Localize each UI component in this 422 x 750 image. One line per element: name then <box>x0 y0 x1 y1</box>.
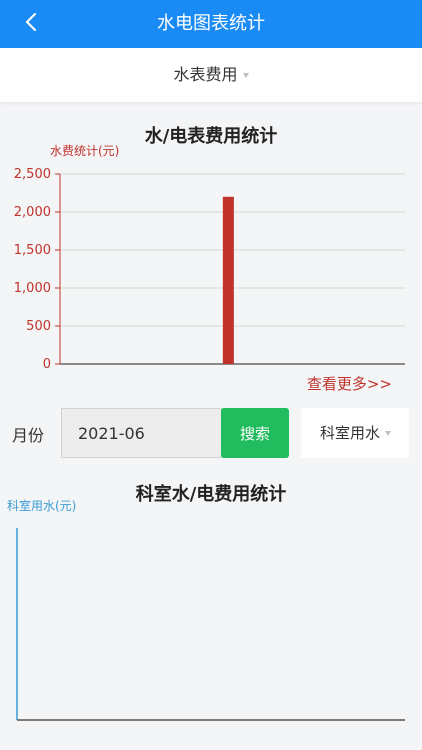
chart1-ylabel: 水费统计(元) <box>50 144 120 158</box>
page-title: 水电图表统计 <box>157 13 265 34</box>
chart1-bar <box>222 196 234 364</box>
chart1-ytick-label: 2,000 <box>14 205 51 220</box>
caret-down-icon <box>242 73 249 78</box>
month-input[interactable] <box>61 408 222 458</box>
app-header: 水电图表统计 <box>0 0 422 48</box>
chart1-ytick-label: 1,000 <box>14 281 51 296</box>
month-label: 月份 <box>12 426 45 445</box>
caret-down-icon <box>385 431 392 436</box>
chart1-ytick-label: 2,500 <box>14 167 51 182</box>
usage-type-value: 科室用水 <box>320 424 381 442</box>
chart2-plot <box>16 528 405 721</box>
chart1-ytick-label: 0 <box>43 357 51 372</box>
chart2-ylabel: 科室用水(元) <box>7 499 77 513</box>
search-button[interactable]: 搜索 <box>221 408 289 458</box>
view-more-link[interactable]: 查看更多>> <box>307 373 392 394</box>
chart1-ytick-label: 500 <box>26 319 51 334</box>
type-selector[interactable]: 水表费用 <box>0 48 422 102</box>
usage-type-select[interactable]: 科室用水 <box>301 408 409 458</box>
chart1-ytick-label: 1,500 <box>14 243 51 258</box>
type-selector-value: 水表费用 <box>173 65 238 84</box>
chart1-plot: 0 500 1,000 1,500 2,000 2,500 <box>14 167 405 372</box>
